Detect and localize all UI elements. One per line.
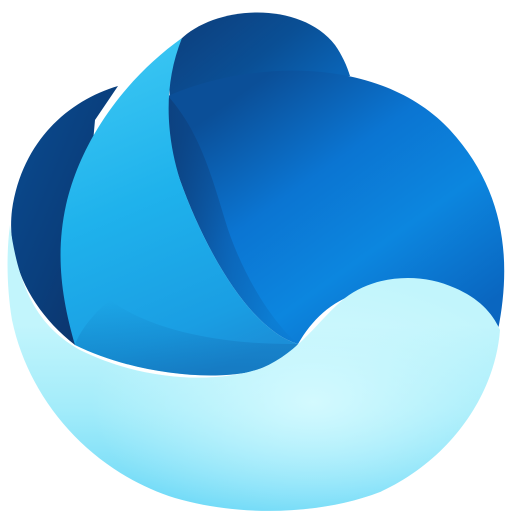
layered-sphere-wave-logo-icon xyxy=(7,12,505,511)
logo-canvas xyxy=(0,0,512,513)
